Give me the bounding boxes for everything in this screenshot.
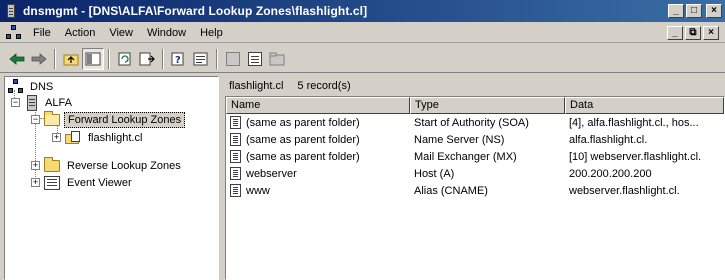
menu-help[interactable]: Help (193, 25, 230, 41)
tree-item-flashlight-cl[interactable]: + flashlight.cl (52, 129, 145, 146)
toolbar: ? (0, 45, 725, 73)
server-icon[interactable] (222, 48, 244, 70)
new-record-icon[interactable] (244, 48, 266, 70)
record-data: [10] webserver.flashlight.cl. (569, 150, 702, 163)
record-type: Start of Authority (SOA) (414, 116, 529, 129)
tree-item-label: Forward Lookup Zones (64, 111, 186, 128)
window-controls: _ □ × (668, 4, 722, 18)
toolbar-separator (54, 48, 56, 69)
record-type: Alias (CNAME) (414, 184, 488, 197)
server-icon (27, 94, 37, 111)
toolbar-separator (162, 48, 164, 69)
event-viewer-icon (44, 175, 60, 190)
tree-item-label: ALFA (45, 96, 72, 109)
record-data: [4], alfa.flashlight.cl., hos... (569, 116, 699, 129)
table-row[interactable]: (same as parent folder) Mail Exchanger (… (226, 148, 724, 165)
export-list-icon[interactable] (136, 48, 158, 70)
tree-item-dns[interactable]: DNS (8, 78, 56, 95)
folder-icon (44, 156, 60, 172)
record-name: (same as parent folder) (246, 133, 360, 146)
table-row[interactable]: (same as parent folder) Start of Authori… (226, 114, 724, 131)
toolbar-separator (216, 48, 218, 69)
tree-item-alfa[interactable]: − ALFA (11, 94, 75, 111)
zone-icon (65, 130, 81, 145)
minimize-button[interactable]: _ (668, 4, 684, 18)
refresh-icon[interactable] (114, 48, 136, 70)
svg-text:?: ? (175, 55, 181, 66)
tree-item-label: flashlight.cl (88, 131, 143, 144)
expand-toggle[interactable]: + (52, 133, 61, 142)
new-folder-icon[interactable] (266, 48, 288, 70)
toolbar-separator (108, 48, 110, 69)
table-row[interactable]: www Alias (CNAME) webserver.flashlight.c… (226, 182, 724, 199)
record-name: (same as parent folder) (246, 150, 360, 163)
table-row[interactable]: (same as parent folder) Name Server (NS)… (226, 131, 724, 148)
tree-item-event-viewer[interactable]: + Event Viewer (31, 174, 135, 191)
console-tree[interactable]: DNS − ALFA − Forward Lookup Zones + flas… (4, 76, 219, 280)
record-name: (same as parent folder) (246, 116, 360, 129)
tree-item-label: DNS (30, 80, 54, 93)
title-bar: dnsmgmt - [DNS\ALFA\Forward Lookup Zones… (0, 0, 725, 22)
record-icon (230, 150, 241, 163)
doc-close-button[interactable]: × (703, 25, 719, 40)
doc-minimize-button[interactable]: _ (667, 25, 683, 40)
record-name: webserver (246, 167, 297, 180)
expand-toggle[interactable]: + (31, 178, 40, 187)
menu-file[interactable]: File (26, 25, 58, 41)
expand-toggle[interactable]: + (31, 161, 40, 170)
back-arrow-icon[interactable] (6, 48, 28, 70)
record-type: Host (A) (414, 167, 455, 180)
menu-view[interactable]: View (102, 25, 140, 41)
record-name: www (246, 184, 270, 197)
details-pane: flashlight.cl 5 record(s) Name Type Data… (225, 76, 725, 280)
record-type: Name Server (NS) (414, 133, 505, 146)
tree-item-label: Reverse Lookup Zones (67, 159, 181, 172)
record-icon (230, 116, 241, 129)
show-hide-tree-icon[interactable] (82, 47, 104, 70)
properties-icon[interactable] (190, 48, 212, 70)
collapse-toggle[interactable]: − (11, 98, 20, 107)
table-row[interactable]: webserver Host (A) 200.200.200.200 (226, 165, 724, 182)
column-header-data[interactable]: Data (565, 97, 724, 114)
close-button[interactable]: × (706, 4, 722, 18)
column-headers: Name Type Data (226, 97, 724, 114)
details-header: flashlight.cl 5 record(s) (225, 76, 725, 96)
open-folder-icon (44, 110, 60, 126)
tree-item-label: Event Viewer (67, 176, 132, 189)
menu-bar: File Action View Window Help _ ⧉ × (0, 23, 725, 43)
record-type: Mail Exchanger (MX) (414, 150, 517, 163)
record-data: alfa.flashlight.cl. (569, 133, 648, 146)
record-list[interactable]: Name Type Data (same as parent folder) S… (225, 96, 725, 280)
record-icon (230, 184, 241, 197)
tree-item-reverse-lookup-zones[interactable]: + Reverse Lookup Zones (31, 156, 184, 174)
record-data: 200.200.200.200 (569, 167, 652, 180)
up-folder-icon[interactable] (60, 48, 82, 70)
column-header-name[interactable]: Name (226, 97, 410, 114)
record-data: webserver.flashlight.cl. (569, 184, 680, 197)
dns-icon (8, 78, 24, 95)
record-icon (230, 167, 241, 180)
tree-item-forward-lookup-zones[interactable]: − Forward Lookup Zones (31, 110, 186, 128)
console-menu-icon[interactable] (6, 24, 22, 41)
menu-action[interactable]: Action (58, 25, 103, 41)
help-icon[interactable]: ? (168, 48, 190, 70)
record-icon (230, 133, 241, 146)
window-title: dnsmgmt - [DNS\ALFA\Forward Lookup Zones… (23, 4, 368, 18)
menu-window[interactable]: Window (140, 25, 193, 41)
maximize-button[interactable]: □ (686, 4, 702, 18)
record-count: 5 record(s) (297, 80, 351, 92)
document-window-controls: _ ⧉ × (667, 25, 719, 40)
forward-arrow-icon[interactable] (28, 48, 50, 70)
column-header-type[interactable]: Type (410, 97, 565, 114)
zone-name-label: flashlight.cl (229, 80, 284, 92)
collapse-toggle[interactable]: − (31, 115, 40, 124)
doc-restore-button[interactable]: ⧉ (685, 25, 701, 40)
dns-app-icon[interactable] (3, 3, 19, 19)
